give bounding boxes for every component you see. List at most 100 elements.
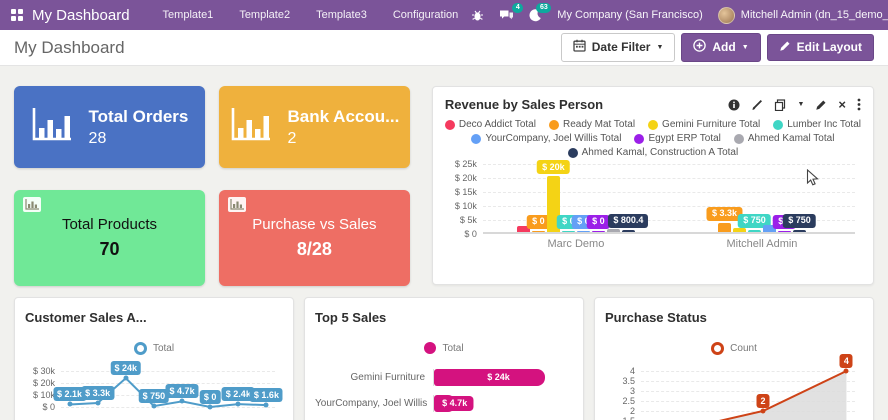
y-axis-tick: $ 30k [25,367,55,376]
point-value-label: $ 24k [111,361,142,375]
bar-value-label: $ 800.4 [608,214,648,228]
bar-lumber-inc: $ 750 [748,230,761,232]
kpi-card-bank-accou[interactable]: Bank Accou...2 [219,86,410,168]
bar-value-label: $ 20k [537,160,570,174]
bar-chart-icon [230,107,272,148]
data-point [67,402,72,407]
edit-icon[interactable] [815,99,827,111]
app-brand[interactable]: My Dashboard [32,7,130,24]
navbar-systray: 4 63 My Company (San Francisco) Mitchell… [471,7,888,24]
legend-dot [549,120,559,130]
messages-icon[interactable]: 4 [499,9,514,22]
legend-label: Gemini Furniture Total [662,119,760,130]
bar-value-label: $ 3.3k [707,207,742,221]
dashboard-content: Total Orders28Bank Accou...2Total Produc… [0,66,888,420]
point-value-label: 2 [756,394,769,408]
hbar-row-yourcompany-joel-willis: YourCompany, Joel Willis$ 4.7k [315,390,573,416]
bar-value-label: $ 0 [587,215,610,229]
customer-sales-legend[interactable]: Total [25,342,283,355]
kpi-value: 28 [89,130,189,148]
messages-badge: 4 [512,3,523,13]
y-axis-tick: 2 [605,407,635,416]
kpi-label: Bank Accou... [288,107,400,127]
legend-ring-icon [134,342,147,355]
revenue-chart-title: Revenue by Sales Person [445,97,603,112]
brush-icon[interactable] [751,99,763,111]
top5-sales-legend[interactable]: Total [315,342,573,354]
date-filter-button[interactable]: Date Filter ▼ [561,33,676,61]
point-value-label: 4 [840,354,853,368]
page-title: My Dashboard [14,38,125,58]
y-axis-tick: $ 0 [445,230,477,239]
menu-template3[interactable]: Template3 [303,0,380,30]
kpi-texts: Total Orders28 [89,107,189,148]
legend-item-ahmed-kamal-total[interactable]: Ahmed Kamal Total [734,133,835,144]
user-menu[interactable]: Mitchell Admin (dn_15_demo_server_backup… [718,7,888,24]
control-bar: My Dashboard Date Filter ▼ Add ▼ Edit La… [0,30,888,66]
hbar-track: $ 24k [433,369,573,386]
revenue-bar-chart: $ 25k$ 20k$ 15k$ 10k$ 5k$ 0$ 0$ 20k$ 0$ … [445,162,859,258]
legend-label: Deco Addict Total [459,119,536,130]
legend-label: YourCompany, Joel Willis Total [485,133,621,144]
legend-dot [471,134,481,144]
add-button[interactable]: Add ▼ [681,33,760,61]
bar-chart-icon [31,107,73,148]
legend-label: Ahmed Kamal Total [748,133,835,144]
legend-dot [634,134,644,144]
bar-group-marc-demo: $ 0$ 20k$ 0$ 0$ 0$ 800.4Marc Demo [483,164,669,232]
legend-label: Lumber Inc Total [787,119,861,130]
dropdown-caret-icon[interactable]: ▼ [797,101,804,108]
kpi-value: 8/28 [297,239,332,260]
y-axis-tick: 2.5 [605,397,635,406]
activities-icon[interactable]: 63 [529,9,542,22]
legend-item-egypt-erp-total[interactable]: Egypt ERP Total [634,133,720,144]
legend-item-gemini-furniture-total[interactable]: Gemini Furniture Total [648,119,760,130]
kpi-card-purchase-vs-sales[interactable]: Purchase vs Sales8/28 [219,190,410,286]
purchase-status-panel: Purchase Status Count 43.532.521.510.502… [594,297,874,420]
debug-icon[interactable] [471,9,484,22]
legend-item-lumber-inc-total[interactable]: Lumber Inc Total [773,119,861,130]
legend-label: Egypt ERP Total [648,133,720,144]
kebab-icon[interactable] [857,98,861,111]
close-icon[interactable]: × [838,98,846,111]
customer-sales-line-chart: $ 30k$ 20k$ 10k$ 0$ 2.1k$ 3.3k$ 24k$ 750… [25,367,283,420]
y-axis-tick: $ 5k [445,216,477,225]
legend-row: YourCompany, Joel Willis Total Egypt ERP … [445,133,861,144]
x-axis-category: Mitchell Admin [669,238,855,250]
edit-layout-button[interactable]: Edit Layout [767,34,874,61]
legend-dot-icon [424,342,436,354]
date-filter-label: Date Filter [592,40,651,54]
purchase-status-legend[interactable]: Count [605,342,863,355]
legend-item-ready-mat-total[interactable]: Ready Mat Total [549,119,635,130]
data-point [208,405,213,410]
revenue-plot-area: $ 0$ 20k$ 0$ 0$ 0$ 800.4Marc Demo $ 3.3k $… [483,164,855,234]
data-point [180,399,185,404]
data-point [123,376,128,381]
x-axis-category: Marc Demo [483,238,669,250]
point-value-label: $ 0 [200,390,221,404]
menu-template1[interactable]: Template1 [150,0,227,30]
legend-label: Ahmed Kamal, Construction A Total [582,147,739,158]
pencil-icon [779,40,791,55]
company-switcher[interactable]: My Company (San Francisco) [557,9,703,21]
menu-template2[interactable]: Template2 [226,0,303,30]
y-axis-tick: 3 [605,387,635,396]
kpi-card-total-products[interactable]: Total Products70 [14,190,205,286]
revenue-by-salesperson-panel: Revenue by Sales Person ▼ × Deco Addict T… [432,86,874,285]
user-menu-label: Mitchell Admin (dn_15_demo_server_backup… [741,9,888,21]
copy-icon[interactable] [774,99,786,111]
hbar-row-gemini-furniture: Gemini Furniture$ 24k [315,364,573,390]
legend-item-yourcompany-joel-willis-total[interactable]: YourCompany, Joel Willis Total [471,133,621,144]
hbar-category-label: Gemini Furniture [315,372,433,383]
bar-chart-icon [23,197,41,217]
legend-dot [773,120,783,130]
info-icon[interactable] [728,99,740,111]
bar-group-mitchell-admin: $ 3.3k$ 750$ 0$ 750Mitchell Admin [669,164,855,232]
legend-item-deco-addict-total[interactable]: Deco Addict Total [445,119,536,130]
kpi-card-total-orders[interactable]: Total Orders28 [14,86,205,168]
legend-item-ahmed-kamal-construction-a-total[interactable]: Ahmed Kamal, Construction A Total [568,147,739,158]
hbar-row-ready-mat: Ready Mat$ 3.3k [315,416,573,420]
menu-configuration[interactable]: Configuration [380,0,471,30]
apps-grid-icon[interactable] [10,8,24,22]
legend-label: Count [730,343,757,354]
